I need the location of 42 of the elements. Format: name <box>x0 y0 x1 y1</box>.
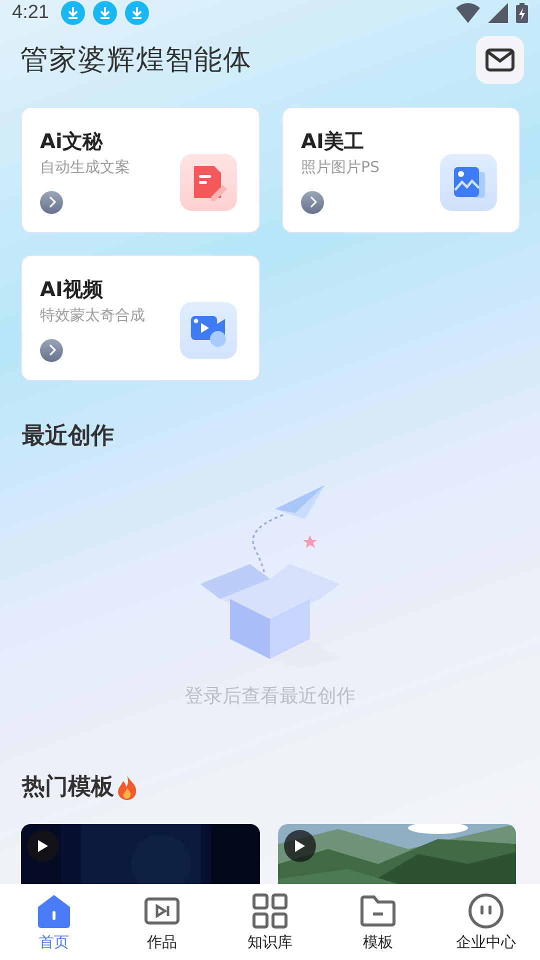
folder-icon <box>360 892 396 928</box>
section-title: 最近创作 <box>21 422 115 451</box>
tool-card[interactable]: AI视频 特效蒙太奇合成 <box>21 254 260 381</box>
chevron-right-icon <box>308 196 318 208</box>
tool-subtitle: 自动生成文案 <box>40 158 130 177</box>
nav-tab[interactable]: 作品 <box>108 884 216 960</box>
chevron-right-icon <box>46 344 56 356</box>
tool-title: Ai文秘 <box>40 128 102 155</box>
download-icon <box>92 0 117 25</box>
download-icon <box>124 0 149 25</box>
fire-icon <box>116 774 138 800</box>
robot-face-icon <box>468 892 504 928</box>
mail-button[interactable] <box>476 36 524 84</box>
tool-subtitle: 照片图片PS <box>301 158 380 177</box>
download-icon <box>60 0 85 25</box>
nav-tab[interactable]: 模板 <box>324 884 432 960</box>
nav-tab[interactable]: 企业中心 <box>432 884 540 960</box>
tool-card[interactable]: AI美工 照片图片PS <box>282 106 520 233</box>
tool-card[interactable]: Ai文秘 自动生成文案 <box>21 106 260 233</box>
tool-subtitle: 特效蒙太奇合成 <box>40 306 145 325</box>
document-edit-icon <box>180 154 237 211</box>
arrow-button[interactable] <box>40 338 63 362</box>
wifi-icon <box>456 2 480 23</box>
nav-tab[interactable]: 知识库 <box>216 884 324 960</box>
play-icon <box>37 839 49 853</box>
play-icon <box>294 839 306 853</box>
nav-tab[interactable]: 首页 <box>0 884 108 960</box>
arrow-button[interactable] <box>301 190 324 214</box>
tool-title: AI视频 <box>40 276 103 303</box>
arrow-button[interactable] <box>40 190 63 214</box>
mail-icon <box>485 48 515 72</box>
image-icon <box>440 154 497 211</box>
signal-icon <box>488 2 508 23</box>
home-icon <box>36 892 72 928</box>
status-time: 4:21 <box>12 2 49 24</box>
tool-title: AI美工 <box>301 128 364 155</box>
chevron-right-icon <box>46 196 56 208</box>
app-title: 管家婆辉煌智能体 <box>20 42 253 78</box>
grid-icon <box>252 892 288 928</box>
battery-charging-icon <box>516 2 528 23</box>
video-camera-icon <box>180 302 237 359</box>
section-title: 热门模板 <box>22 773 114 802</box>
